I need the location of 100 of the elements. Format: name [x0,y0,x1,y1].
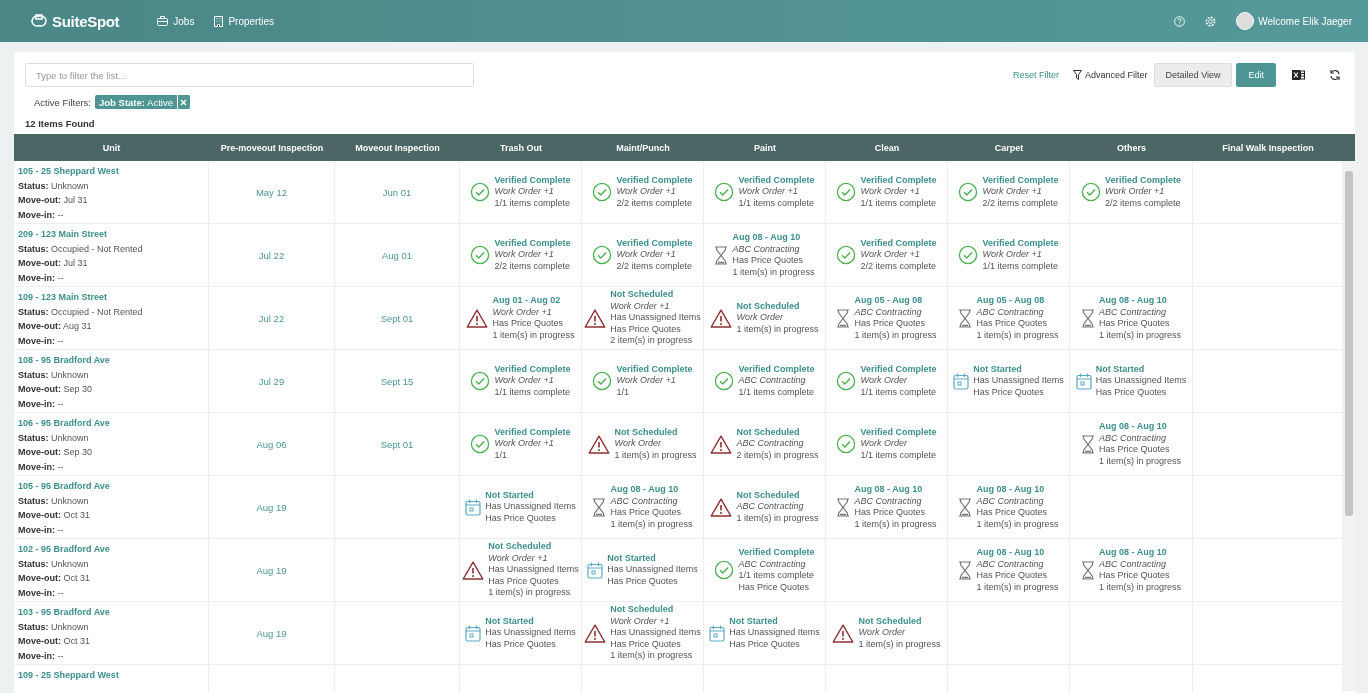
filter-input[interactable]: Type to filter the list... [25,63,474,87]
advanced-filter-button[interactable]: Advanced Filter [1073,70,1148,80]
task-status[interactable]: Verified Complete [738,174,815,187]
column-header[interactable]: Clean [826,142,948,153]
unit-link[interactable]: 105 - 95 Bradford Ave [18,479,204,494]
task-status[interactable]: Aug 08 - Aug 10 [1099,547,1181,559]
task-status[interactable]: Verified Complete [860,174,937,187]
task-status[interactable]: Verified Complete [494,363,571,376]
task-status[interactable]: Not Scheduled [736,426,819,439]
task-status[interactable]: Verified Complete [616,174,693,187]
task-status[interactable]: Not Scheduled [858,615,941,628]
task-detail: 1 item(s) in progress [1099,455,1181,467]
column-header[interactable]: Trash Out [460,142,582,153]
task-status[interactable]: Verified Complete [982,237,1059,250]
task-status[interactable]: Not Scheduled [488,541,579,553]
column-header[interactable]: Carpet [948,142,1070,153]
task-status[interactable]: Aug 01 - Aug 02 [492,295,575,307]
task-detail: 2/2 items complete [1105,197,1181,210]
settings-icon[interactable] [1205,15,1217,27]
help-icon[interactable] [1174,15,1186,27]
task-status[interactable]: Verified Complete [982,174,1059,187]
inspection-date[interactable]: Sept 15 [380,375,414,387]
task-status[interactable]: Aug 08 - Aug 10 [610,484,693,496]
reset-filter-link[interactable]: Reset Filter [1013,70,1060,80]
task-status[interactable]: Verified Complete [738,363,815,376]
task-status[interactable]: Not Scheduled [736,300,819,313]
task-status[interactable]: Not Scheduled [614,426,697,439]
task-status[interactable]: Aug 05 - Aug 08 [976,295,1059,307]
task-status[interactable]: Not Scheduled [736,489,819,502]
unit-detail: Status: Unknown [18,557,90,571]
task-status[interactable]: Not Started [729,615,820,628]
unit-link[interactable]: 102 - 95 Bradford Ave [18,542,204,557]
column-header[interactable]: Unit [14,142,209,153]
column-header[interactable]: Paint [704,142,826,153]
task-status[interactable]: Aug 08 - Aug 10 [854,484,937,496]
inspection-date[interactable]: Aug 19 [256,501,287,513]
task-status[interactable]: Verified Complete [860,237,937,250]
inspection-date[interactable]: Aug 06 [256,438,287,450]
refresh-icon[interactable] [1329,69,1341,81]
task-status[interactable]: Verified Complete [860,426,937,439]
column-header[interactable]: Moveout Inspection [335,142,460,153]
edit-button[interactable]: Edit [1236,63,1276,87]
inspection-date[interactable]: Aug 19 [256,627,287,639]
brand-logo[interactable]: SuiteSpot [28,12,120,30]
task-detail: 1 item(s) in progress [488,587,572,599]
task-status[interactable]: Aug 08 - Aug 10 [1099,295,1181,307]
unit-link[interactable]: 108 - 95 Bradford Ave [18,353,204,368]
spreadsheet-icon[interactable] [1292,69,1305,81]
inspection-date[interactable]: Sept 01 [380,312,414,324]
task-vendor: Work Order +1 [982,186,1043,198]
task-status[interactable]: Not Scheduled [610,604,701,616]
inspection-date[interactable]: Jul 22 [258,249,285,261]
task-status[interactable]: Aug 05 - Aug 08 [854,295,937,307]
unit-link[interactable]: 109 - 123 Main Street [18,290,204,305]
task-status[interactable]: Verified Complete [738,547,815,559]
remove-filter-button[interactable] [176,95,190,109]
inspection-date[interactable]: Aug 19 [256,564,287,576]
task-status[interactable]: Not Started [485,489,576,502]
nav-link[interactable]: Jobs [157,15,195,27]
task-vendor: Work Order +1 [982,249,1043,261]
unit-link[interactable]: 103 - 95 Bradford Ave [18,605,204,620]
column-header[interactable]: Final Walk Inspection [1193,142,1343,153]
avatar[interactable] [1236,12,1255,30]
task-status[interactable]: Not Started [485,615,576,628]
task-status[interactable]: Aug 08 - Aug 10 [732,232,815,244]
inspection-date[interactable]: Jun 01 [382,186,412,198]
detailed-view-button[interactable]: Detailed View [1153,63,1233,87]
inspection-date[interactable]: Sept 01 [380,438,414,450]
inspection-date[interactable]: Jul 29 [258,375,285,387]
task-status[interactable]: Verified Complete [494,237,571,250]
task-status[interactable]: Aug 08 - Aug 10 [1099,421,1181,433]
inspection-date[interactable]: Aug 01 [381,249,413,261]
task-status[interactable]: Aug 08 - Aug 10 [976,484,1059,496]
task-status[interactable]: Aug 08 - Aug 10 [976,547,1059,559]
task-status[interactable]: Not Scheduled [610,289,701,301]
unit-detail: Move-in: -- [18,649,65,663]
task-status[interactable]: Verified Complete [1105,174,1181,187]
task-status[interactable]: Not Started [607,552,698,565]
task-vendor: ABC Contracting [732,243,801,255]
logo-icon [28,12,50,30]
task-status[interactable]: Verified Complete [494,174,571,187]
column-header[interactable]: Pre-moveout Inspection [209,142,335,153]
unit-link[interactable]: 106 - 95 Bradford Ave [18,416,204,431]
unit-link[interactable]: 109 - 25 Sheppard West [18,668,204,683]
inspection-date[interactable]: Jul 22 [258,312,285,324]
task-status[interactable]: Verified Complete [616,363,693,376]
scrollbar[interactable] [1343,161,1355,691]
building-icon [214,15,224,27]
nav-link[interactable]: Properties [214,15,274,27]
task-status[interactable]: Verified Complete [860,363,937,376]
task-status[interactable]: Not Started [1095,363,1187,376]
column-header[interactable]: Maint/Punch [582,142,704,153]
task-status[interactable]: Verified Complete [494,426,571,439]
column-header[interactable]: Others [1070,142,1193,153]
unit-link[interactable]: 105 - 25 Sheppard West [18,164,204,179]
task-status[interactable]: Verified Complete [616,237,693,250]
inspection-date[interactable]: May 12 [255,186,288,198]
unit-link[interactable]: 209 - 123 Main Street [18,227,204,242]
task-status[interactable]: Not Started [973,363,1064,376]
briefcase-icon [157,16,169,26]
